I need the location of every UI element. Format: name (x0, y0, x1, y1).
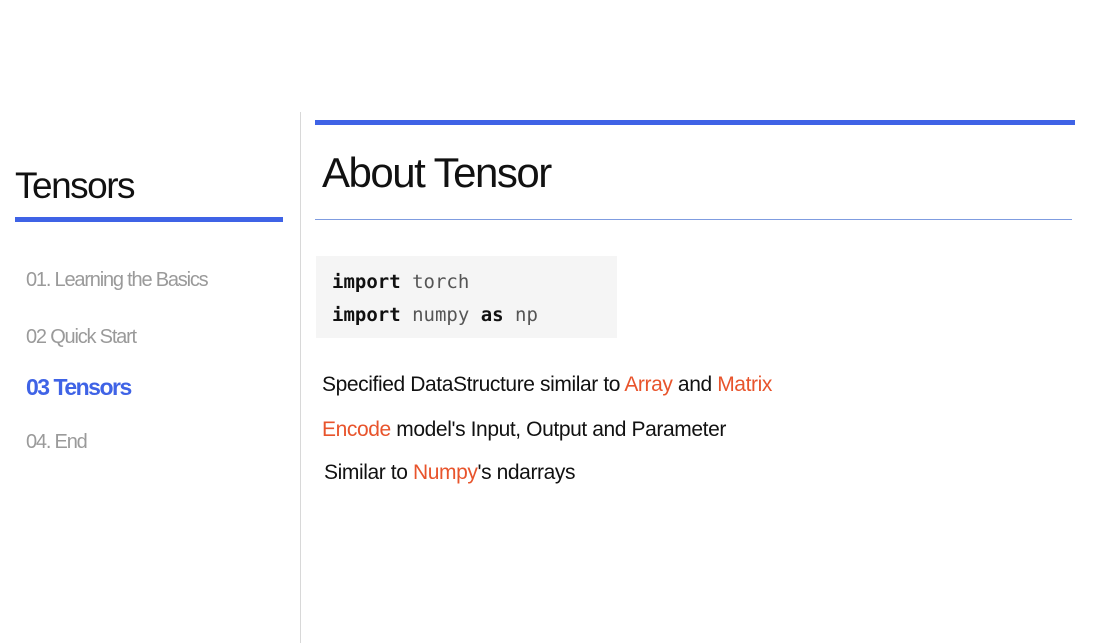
description-line-1: Specified DataStructure similar to Array… (322, 371, 772, 399)
toc-item-quick-start[interactable]: 02 Quick Start (26, 324, 137, 350)
sidebar: Tensors 01. Learning the Basics 02 Quick… (0, 0, 300, 643)
title-rule (315, 219, 1072, 220)
text: Similar to (324, 461, 413, 484)
main-top-accent-bar (315, 120, 1075, 125)
highlight-term: Encode (322, 418, 391, 441)
toc-item-learning-basics[interactable]: 01. Learning the Basics (26, 267, 209, 293)
toc-item-end[interactable]: 04. End (26, 429, 88, 455)
code-keyword: as (480, 304, 504, 326)
highlight-term: Matrix (717, 373, 772, 396)
code-line-1: import torch (332, 266, 601, 299)
highlight-term: Array (624, 373, 673, 396)
code-text: torch (400, 271, 470, 293)
code-keyword: import (332, 271, 401, 293)
code-text: numpy (400, 304, 481, 326)
text: and (672, 373, 718, 396)
text: Specified DataStructure similar to (322, 373, 625, 396)
sidebar-title: Tensors (15, 165, 136, 206)
text: model's Input, Output and Parameter (390, 418, 726, 441)
code-text: np (503, 304, 538, 326)
description-line-2: Encode model's Input, Output and Paramet… (322, 416, 726, 444)
code-line-2: import numpy as np (332, 299, 601, 332)
text: 's ndarrays (477, 461, 576, 484)
code-keyword: import (332, 304, 401, 326)
slide-page: Tensors 01. Learning the Basics 02 Quick… (0, 0, 1093, 643)
highlight-term: Numpy (412, 461, 478, 484)
vertical-divider (300, 112, 301, 643)
description-line-3: Similar to Numpy's ndarrays (324, 459, 576, 487)
toc-item-tensors[interactable]: 03 Tensors (26, 374, 132, 400)
code-block: import torch import numpy as np (316, 256, 617, 338)
sidebar-title-underline (15, 217, 283, 222)
page-title: About Tensor (322, 149, 552, 196)
